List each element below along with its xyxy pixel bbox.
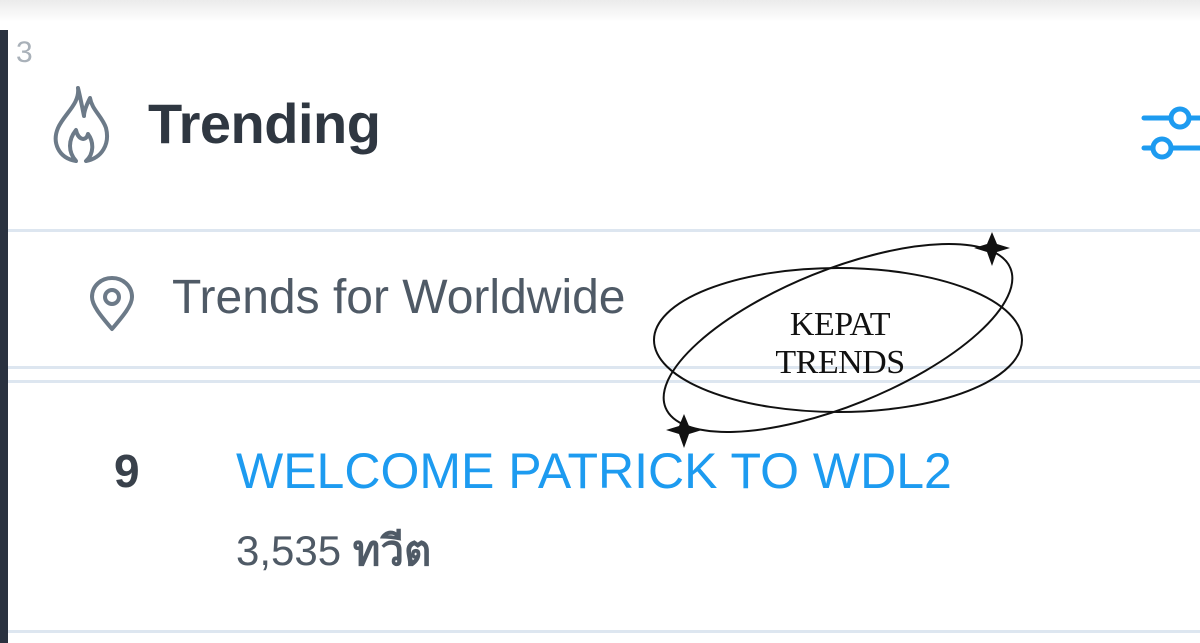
tweet-count-value: 3,535	[236, 527, 342, 574]
left-edge-bar	[0, 30, 8, 643]
trend-rank: 9	[114, 445, 140, 497]
top-edge-shadow	[0, 0, 1200, 22]
page-title: Trending	[148, 92, 381, 155]
location-label[interactable]: Trends for Worldwide	[172, 274, 626, 322]
flame-icon	[53, 86, 109, 163]
corner-number: 3	[16, 36, 33, 69]
trend-tweet-count: 3,535 ทวีต	[236, 530, 431, 572]
divider	[8, 630, 1200, 633]
watermark-line-1: KEPAT	[789, 306, 891, 343]
sparkle-icon	[666, 414, 702, 448]
location-pin-icon	[90, 276, 134, 331]
watermark-text: KEPAT TRENDS	[700, 306, 980, 382]
trending-screen: 3 Trending Trends for Worldwide 9 WELCOM…	[0, 0, 1200, 643]
watermark-line-2: TRENDS	[775, 344, 905, 381]
tweet-count-unit: ทวีต	[352, 527, 432, 574]
settings-sliders-icon[interactable]	[1140, 98, 1200, 162]
